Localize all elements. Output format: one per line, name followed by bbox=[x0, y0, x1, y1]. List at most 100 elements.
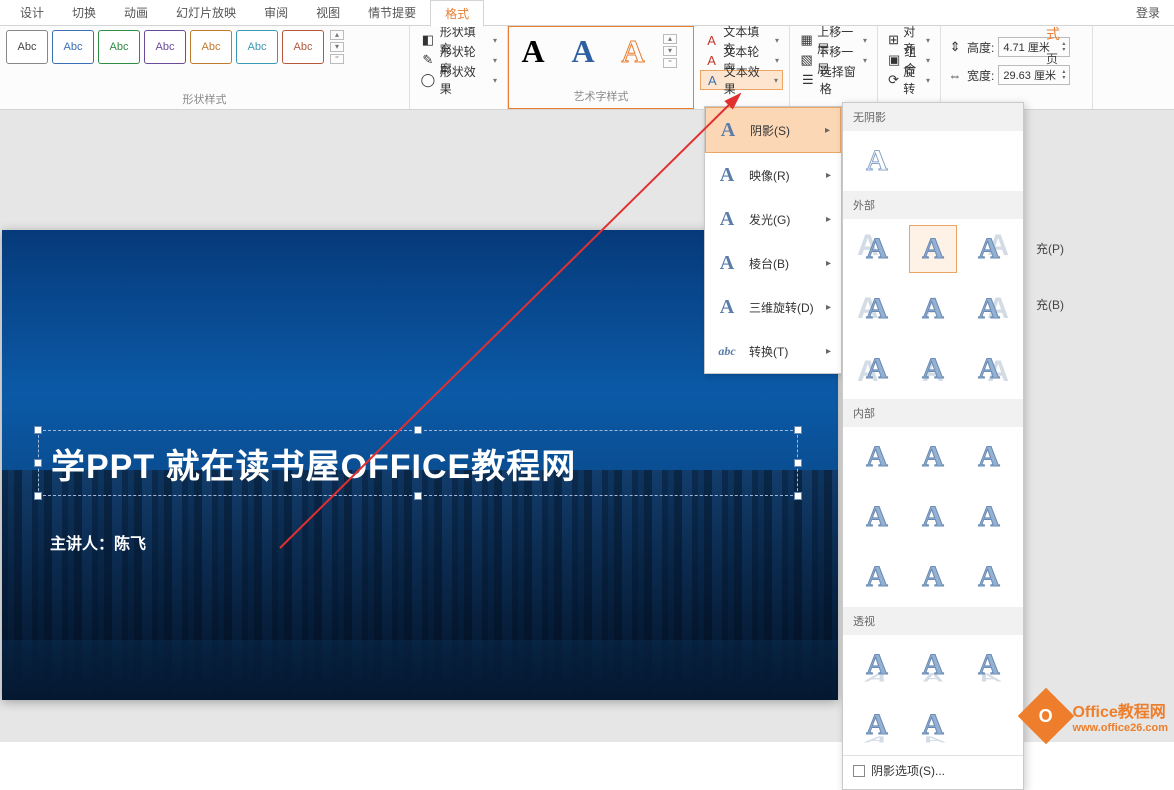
wordart-group-title: 艺术字样式 bbox=[511, 86, 691, 106]
shadow-persp-2[interactable]: AA bbox=[909, 641, 957, 689]
shape-style-more[interactable]: ▴▾⁼ bbox=[330, 30, 344, 64]
title-textbox[interactable]: 学PPT 就在读书屋OFFICE教程网 bbox=[38, 430, 798, 496]
selection-icon: ☰ bbox=[800, 72, 816, 88]
watermark-line2: www.office26.com bbox=[1072, 722, 1168, 734]
align-icon: ⊞ bbox=[888, 32, 899, 48]
shadow-perspective-header: 透视 bbox=[843, 607, 1023, 635]
shadow-inner-2[interactable]: A bbox=[909, 433, 957, 481]
presenter-text[interactable]: 主讲人：陈飞 bbox=[50, 530, 146, 554]
pen-icon: ✎ bbox=[420, 52, 436, 68]
shape-style-7[interactable]: Abc bbox=[282, 30, 324, 64]
slide-background-city bbox=[2, 470, 838, 700]
shadow-inner-4[interactable]: A bbox=[853, 493, 901, 541]
rotate3d-icon: A bbox=[715, 295, 739, 319]
shadow-inner-7[interactable]: A bbox=[853, 553, 901, 601]
shadow-outer-3[interactable]: AA bbox=[965, 225, 1013, 273]
selection-pane[interactable]: ☰选择窗格 bbox=[796, 70, 871, 90]
tab-design[interactable]: 设计 bbox=[6, 0, 58, 25]
shadow-none-header: 无阴影 bbox=[843, 103, 1023, 131]
text-effects-icon: A bbox=[705, 72, 720, 88]
text-effect-shadow[interactable]: A 阴影(S)▸ bbox=[705, 107, 841, 153]
tab-review[interactable]: 审阅 bbox=[250, 0, 302, 25]
checkbox-icon bbox=[853, 765, 865, 777]
rightpanel-opt1[interactable]: 充(P) bbox=[1036, 240, 1064, 257]
text-effect-transform[interactable]: abc 转换(T)▸ bbox=[705, 329, 841, 373]
text-fill-icon: A bbox=[704, 32, 719, 48]
wordart-style-1[interactable]: A bbox=[511, 29, 555, 73]
shadow-inner-9[interactable]: A bbox=[965, 553, 1013, 601]
shadow-options[interactable]: 阴影选项(S)... bbox=[843, 755, 1023, 785]
tab-slideshow[interactable]: 幻灯片放映 bbox=[162, 0, 250, 25]
shadow-persp-1[interactable]: AA bbox=[853, 641, 901, 689]
width-input[interactable]: 29.63 厘米▴▾ bbox=[998, 65, 1070, 85]
text-effects-menu: A 阴影(S)▸ A 映像(R)▸ A 发光(G)▸ A 棱台(B)▸ A 三维… bbox=[704, 106, 842, 374]
text-effect-glow[interactable]: A 发光(G)▸ bbox=[705, 197, 841, 241]
login-link[interactable]: 登录 bbox=[1122, 0, 1174, 25]
effects-icon: ◯ bbox=[420, 72, 436, 88]
slide-title-text[interactable]: 学PPT 就在读书屋OFFICE教程网 bbox=[39, 439, 576, 488]
shape-style-4[interactable]: Abc bbox=[144, 30, 186, 64]
width-label: 宽度: bbox=[967, 67, 994, 84]
watermark: O Office教程网 www.office26.com bbox=[1026, 696, 1168, 736]
send-backward-icon: ▧ bbox=[800, 52, 813, 68]
shadow-inner-header: 内部 bbox=[843, 399, 1023, 427]
width-icon: ⇔ bbox=[947, 67, 963, 83]
shadow-outer-5[interactable]: AA bbox=[909, 285, 957, 333]
shadow-icon: A bbox=[716, 118, 740, 142]
text-outline-icon: A bbox=[704, 52, 719, 68]
tab-storyboard[interactable]: 情节提要 bbox=[354, 0, 430, 25]
tab-format[interactable]: 格式 bbox=[430, 0, 484, 27]
shadow-outer-8[interactable]: AA bbox=[909, 345, 957, 393]
height-row: ⇕ 高度: 4.71 厘米▴▾ bbox=[947, 36, 1086, 58]
shape-effects[interactable]: ◯形状效果▾ bbox=[416, 70, 501, 90]
shadow-none[interactable]: A bbox=[853, 137, 901, 185]
shadow-inner-6[interactable]: A bbox=[965, 493, 1013, 541]
rotate[interactable]: ⟳旋转▾ bbox=[884, 70, 934, 90]
bevel-icon: A bbox=[715, 251, 739, 275]
shape-style-1[interactable]: Abc bbox=[6, 30, 48, 64]
group-icon: ▣ bbox=[888, 52, 900, 68]
watermark-line1: Office教程网 bbox=[1072, 698, 1168, 722]
shadow-outer-2[interactable]: AA bbox=[909, 225, 957, 273]
shadow-outer-6[interactable]: AA bbox=[965, 285, 1013, 333]
shadow-persp-3[interactable]: AA bbox=[965, 641, 1013, 689]
width-row: ⇔ 宽度: 29.63 厘米▴▾ bbox=[947, 64, 1086, 86]
shadow-outer-7[interactable]: AA bbox=[853, 345, 901, 393]
text-effects[interactable]: A文本效果▾ bbox=[700, 70, 783, 90]
reflection-icon: A bbox=[715, 163, 739, 187]
text-effect-reflection[interactable]: A 映像(R)▸ bbox=[705, 153, 841, 197]
rotate-icon: ⟳ bbox=[888, 72, 899, 88]
text-effect-bevel[interactable]: A 棱台(B)▸ bbox=[705, 241, 841, 285]
shadow-outer-header: 外部 bbox=[843, 191, 1023, 219]
shadow-inner-5[interactable]: A bbox=[909, 493, 957, 541]
rightpanel-opt2[interactable]: 充(B) bbox=[1036, 296, 1064, 313]
wordart-more[interactable]: ▴▾⁼ bbox=[663, 34, 677, 68]
shape-style-2[interactable]: Abc bbox=[52, 30, 94, 64]
shape-style-3[interactable]: Abc bbox=[98, 30, 140, 64]
shadow-outer-1[interactable]: AA bbox=[853, 225, 901, 273]
shadow-inner-1[interactable]: A bbox=[853, 433, 901, 481]
bring-forward-icon: ▦ bbox=[800, 32, 813, 48]
shape-style-6[interactable]: Abc bbox=[236, 30, 278, 64]
shadow-inner-3[interactable]: A bbox=[965, 433, 1013, 481]
shapes-group-title: 形状样式 bbox=[6, 89, 403, 109]
tab-view[interactable]: 视图 bbox=[302, 0, 354, 25]
ribbon-tabs: 设计 切换 动画 幻灯片放映 审阅 视图 情节提要 格式 登录 bbox=[0, 0, 1174, 26]
ribbon: Abc Abc Abc Abc Abc Abc Abc ▴▾⁼ 形状样式 ◧形状… bbox=[0, 26, 1174, 110]
shadow-gallery: 无阴影 A 外部 AA AA AA AA AA AA AA AA AA 内部 A… bbox=[842, 102, 1024, 790]
bucket-icon: ◧ bbox=[420, 32, 436, 48]
rightpanel-fragment: 式 页 bbox=[1046, 24, 1060, 67]
tab-animation[interactable]: 动画 bbox=[110, 0, 162, 25]
shadow-inner-8[interactable]: A bbox=[909, 553, 957, 601]
watermark-logo: O bbox=[1018, 688, 1075, 745]
wordart-style-2[interactable]: A bbox=[561, 29, 605, 73]
shadow-outer-4[interactable]: AA bbox=[853, 285, 901, 333]
glow-icon: A bbox=[715, 207, 739, 231]
shadow-outer-9[interactable]: AA bbox=[965, 345, 1013, 393]
shape-style-5[interactable]: Abc bbox=[190, 30, 232, 64]
wordart-style-3[interactable]: A bbox=[611, 29, 655, 73]
text-effect-3drotate[interactable]: A 三维旋转(D)▸ bbox=[705, 285, 841, 329]
transform-icon: abc bbox=[715, 339, 739, 363]
tab-transition[interactable]: 切换 bbox=[58, 0, 110, 25]
height-label: 高度: bbox=[967, 39, 994, 56]
